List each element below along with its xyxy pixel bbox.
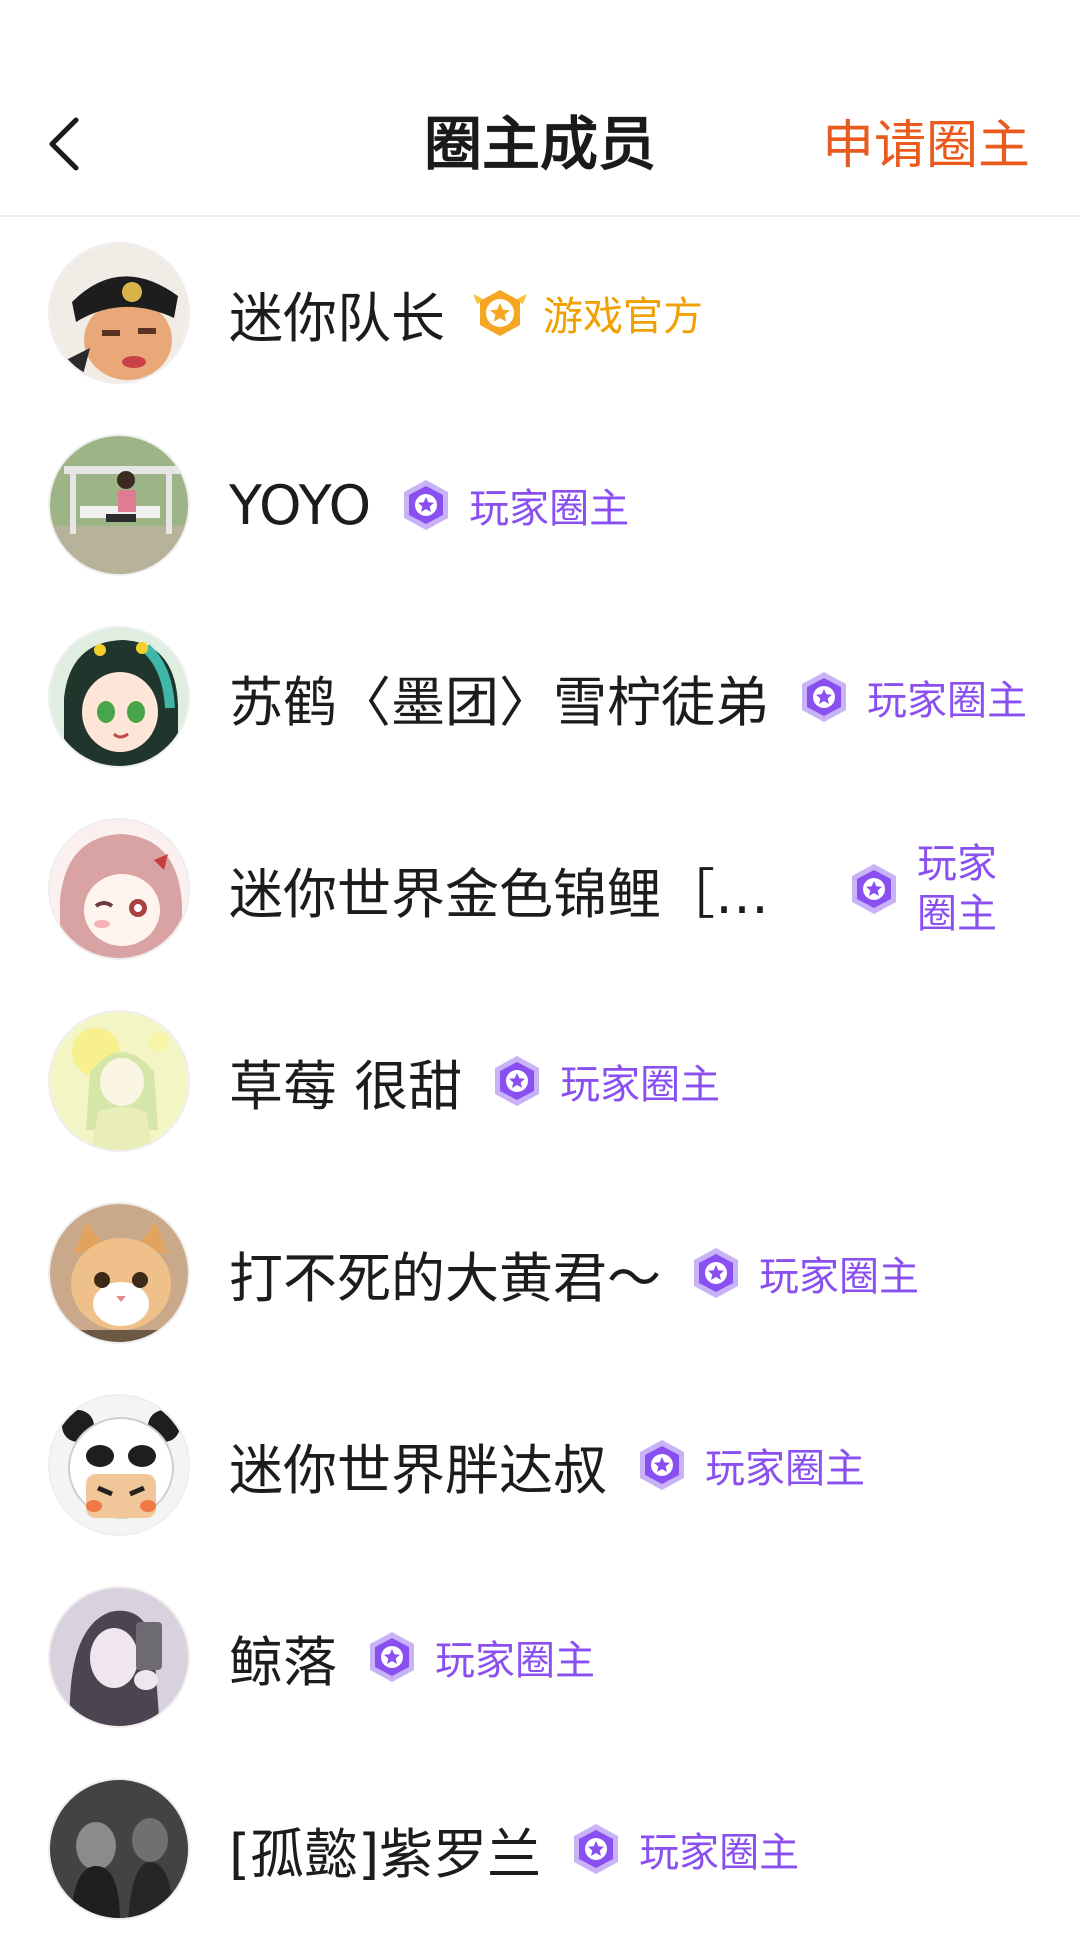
avatar[interactable] — [48, 242, 190, 384]
avatar[interactable] — [48, 1010, 190, 1152]
badge-label: 玩家圈主 — [759, 1254, 919, 1300]
avatar[interactable] — [48, 1394, 190, 1536]
member-name: 迷你世界胖达叔 — [229, 1438, 607, 1502]
member-row[interactable]: 打不死的大黄君～ 玩家圈主 — [0, 1177, 1080, 1369]
badge-label: 玩家圈主 — [867, 678, 1027, 724]
avatar[interactable] — [48, 1202, 190, 1344]
member-row[interactable]: 草莓 很甜 玩家圈主 — [0, 985, 1080, 1177]
member-row[interactable]: 迷你世界胖达叔 玩家圈主 — [0, 1369, 1080, 1561]
avatar[interactable] — [48, 626, 190, 768]
gold-star-badge-icon — [473, 290, 527, 336]
avatar[interactable] — [48, 1778, 190, 1920]
member-name: 鲸落 — [229, 1630, 337, 1694]
member-name: [孤懿]紫罗兰 — [229, 1822, 542, 1886]
purple-star-badge-icon — [404, 480, 449, 530]
badge-label: 玩家圈主 — [917, 841, 997, 937]
purple-star-badge-icon — [694, 1248, 738, 1298]
avatar[interactable] — [48, 1586, 190, 1728]
purple-star-badge-icon — [495, 1056, 540, 1106]
badge-label: 玩家圈主 — [560, 1062, 721, 1108]
member-list: 迷你队长 游戏官方 YOYO 玩家圈主 苏鹤〈墨团〉雪柠徒弟 玩家圈主 迷你世界… — [0, 217, 1080, 1945]
member-row[interactable]: 苏鹤〈墨团〉雪柠徒弟 玩家圈主 — [0, 601, 1080, 793]
member-name: 迷你队长 — [229, 286, 445, 350]
member-row[interactable]: [孤懿]紫罗兰 玩家圈主 — [0, 1753, 1080, 1945]
top-bar: 圈主成员 申请圈主 — [0, 0, 1080, 217]
purple-star-badge-icon — [574, 1824, 619, 1874]
badge-label: 玩家圈主 — [469, 486, 630, 532]
member-name: 苏鹤〈墨团〉雪柠徒弟 — [229, 670, 769, 734]
member-row[interactable]: 迷你队长 游戏官方 — [0, 217, 1080, 409]
member-name: 草莓 很甜 — [229, 1054, 463, 1118]
member-row[interactable]: 鲸落 玩家圈主 — [0, 1561, 1080, 1753]
member-name: 迷你世界金色锦鲤［星... — [229, 862, 809, 926]
avatar[interactable] — [48, 818, 190, 960]
purple-star-badge-icon — [640, 1440, 684, 1490]
member-row[interactable]: 迷你世界金色锦鲤［星... 玩家圈主 — [0, 793, 1080, 985]
badge-label: 玩家圈主 — [639, 1830, 800, 1876]
badge-label: 游戏官方 — [543, 294, 703, 340]
apply-owner-button[interactable]: 申请圈主 — [822, 108, 1030, 184]
badge-label: 玩家圈主 — [705, 1446, 865, 1492]
avatar[interactable] — [48, 434, 190, 576]
badge-label: 玩家圈主 — [435, 1638, 595, 1684]
purple-star-badge-icon — [370, 1632, 414, 1682]
member-name: 打不死的大黄君～ — [229, 1246, 661, 1310]
member-name: YOYO — [229, 473, 372, 537]
purple-star-badge-icon — [852, 864, 896, 914]
member-row[interactable]: YOYO 玩家圈主 — [0, 409, 1080, 601]
purple-star-badge-icon — [802, 672, 846, 722]
